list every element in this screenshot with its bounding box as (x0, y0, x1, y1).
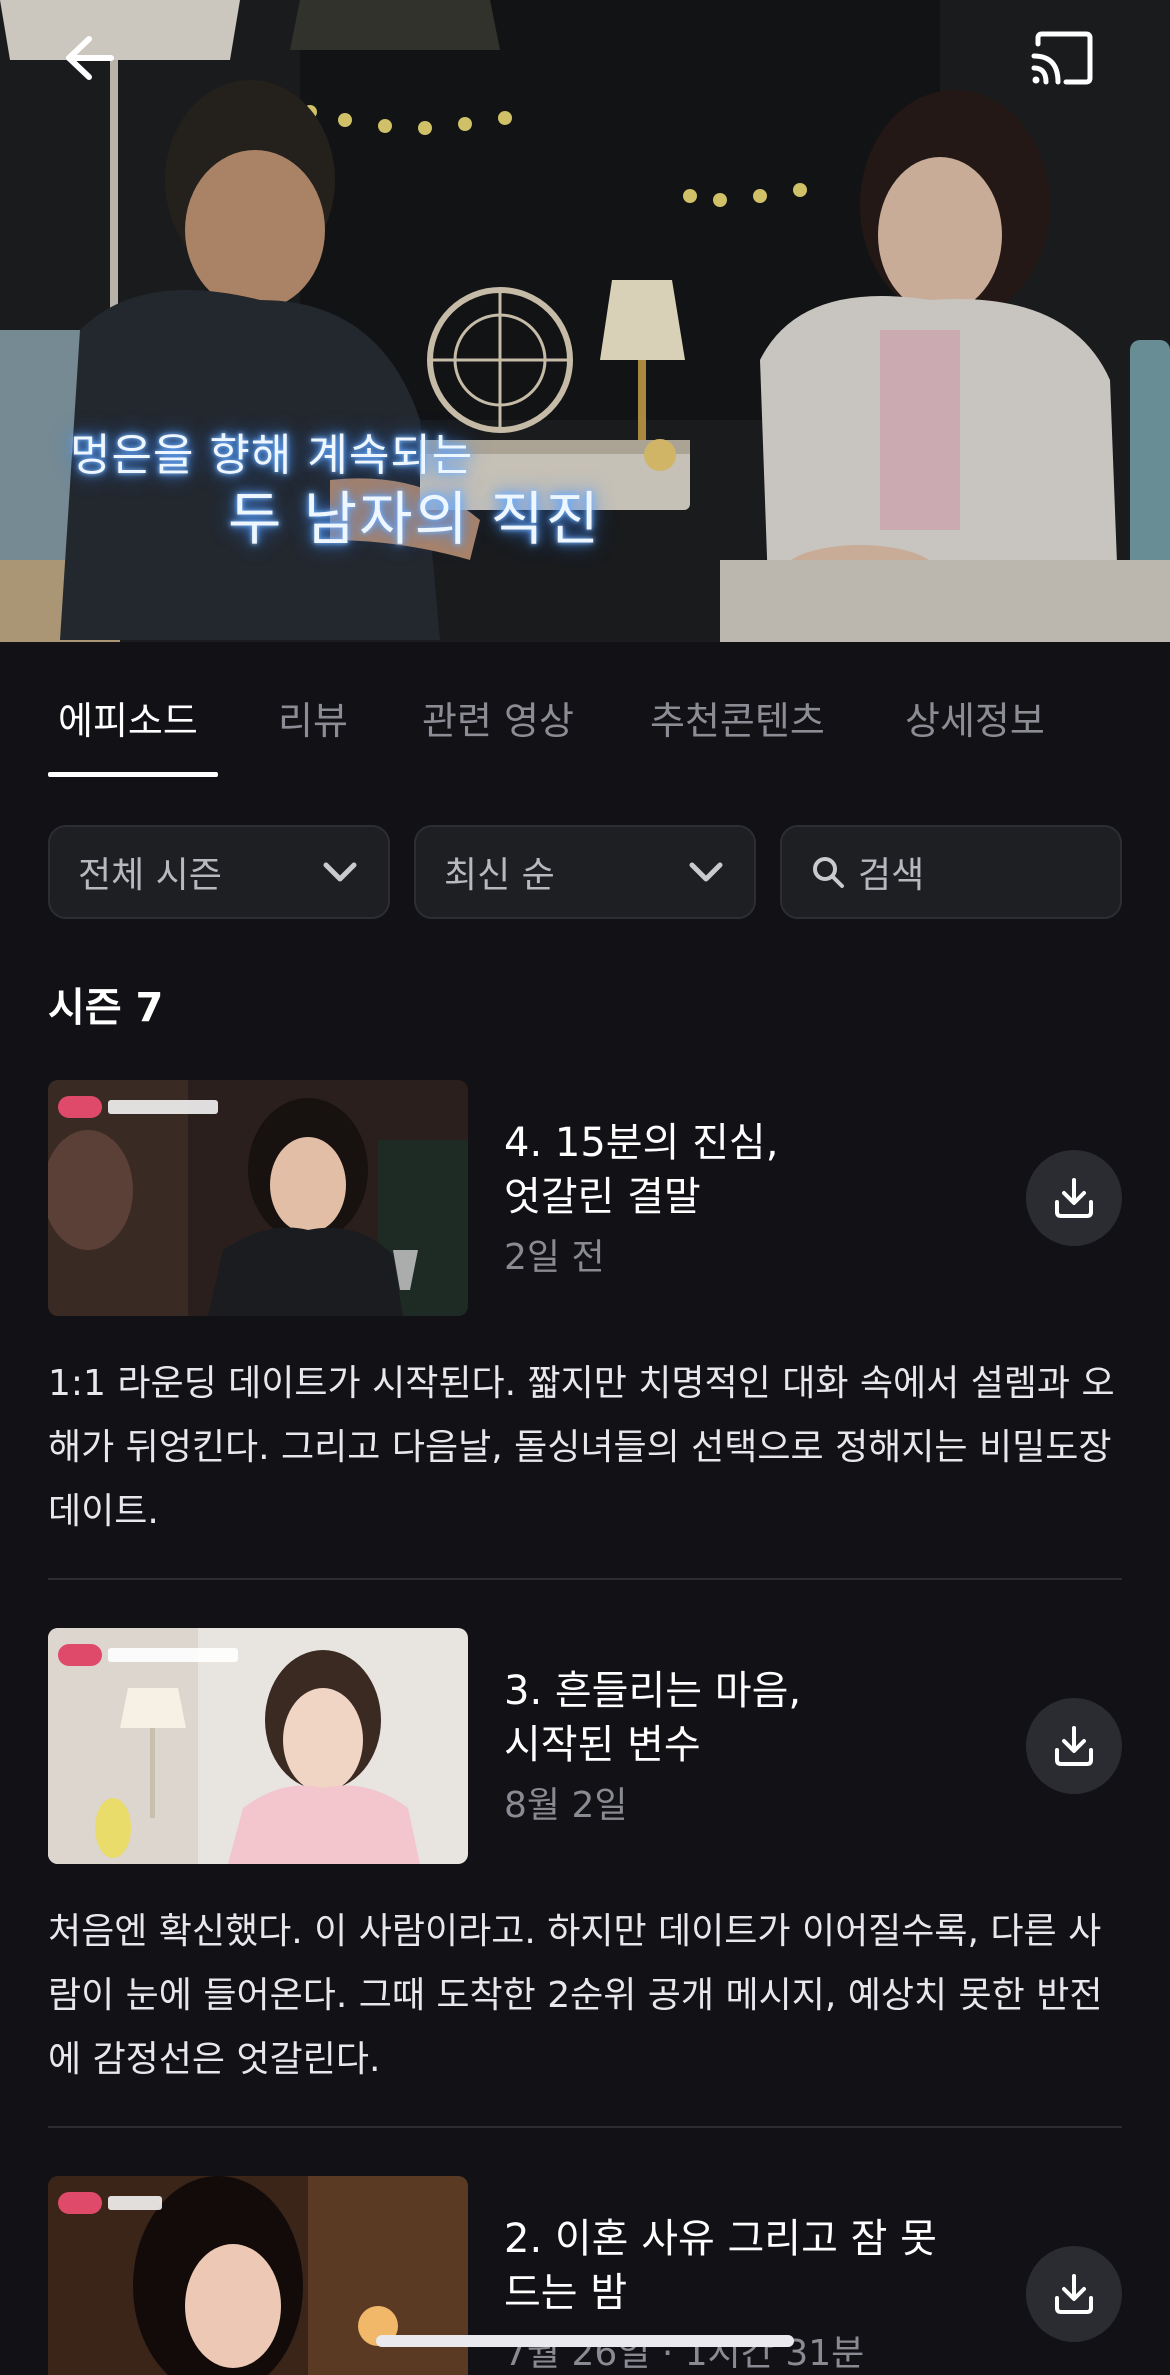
episode-title[interactable]: 2. 이혼 사유 그리고 잠 못 드는 밤 (504, 2212, 984, 2320)
download-icon (1055, 1178, 1093, 1218)
home-indicator[interactable] (376, 2335, 794, 2347)
chevron-left-icon (66, 36, 114, 80)
episode-description: 처음엔 확신했다. 이 사람이라고. 하지만 데이트가 이어질수록, 다른 사람… (48, 1911, 1103, 2080)
search-icon (813, 857, 844, 888)
season-heading: 시즌 7 (48, 985, 164, 1031)
season-select-label: 전체 시즌 (78, 855, 222, 896)
cast-icon (1031, 31, 1093, 85)
cast-button[interactable] (1022, 22, 1102, 94)
hero-caption: 멍은을 향해 계속되는 두 남자의 직진 (70, 428, 601, 556)
chevron-down-icon (323, 862, 357, 882)
episode-title-line2: 엇갈린 결말 (504, 1174, 701, 1220)
episode-search-input[interactable]: 검색 (780, 825, 1122, 919)
episode-title[interactable]: 3. 흔들리는 마음, 시작된 변수 (504, 1664, 984, 1772)
episode-date: 7월 26일 · 1시간 31분 (504, 2333, 865, 2374)
active-tab-indicator (48, 772, 218, 777)
sort-select-label: 최신 순 (444, 855, 555, 896)
hero-video-player[interactable]: 멍은을 향해 계속되는 두 남자의 직진 (0, 0, 1170, 642)
episode-title-line2: 시작된 변수 (504, 1722, 701, 1768)
download-icon (1055, 2274, 1093, 2314)
chevron-down-icon (689, 862, 723, 882)
content-tabs: 에피소드 리뷰 관련 영상 추천콘텐츠 상세정보 (0, 690, 1170, 780)
episode-title-line2: 드는 밤 (504, 2270, 628, 2316)
episode-page: 멍은을 향해 계속되는 두 남자의 직진 에피소드 리뷰 관련 영상 추천콘텐츠… (0, 0, 1170, 2375)
episode-title-line1: 4. 15분의 진심, (504, 1120, 779, 1166)
episode-date: 8월 2일 (504, 1785, 628, 1826)
divider (48, 2126, 1122, 2128)
episode-title-line1: 2. 이혼 사유 그리고 잠 못 (504, 2216, 937, 2262)
episode-thumbnail[interactable] (48, 1080, 468, 1316)
divider (48, 1578, 1122, 1580)
episode-thumbnail-image (48, 1080, 468, 1316)
episode-thumbnail-image (48, 1628, 468, 1864)
download-icon (1055, 1726, 1093, 1766)
back-button[interactable] (44, 22, 124, 94)
tab-recommended[interactable]: 추천콘텐츠 (650, 690, 825, 780)
tab-details[interactable]: 상세정보 (905, 690, 1045, 780)
episode-thumbnail[interactable] (48, 1628, 468, 1864)
episode-title[interactable]: 4. 15분의 진심, 엇갈린 결말 (504, 1116, 984, 1224)
download-button[interactable] (1026, 2246, 1122, 2342)
hero-caption-line1: 멍은을 향해 계속되는 (70, 430, 474, 481)
season-select[interactable]: 전체 시즌 (48, 825, 390, 919)
download-button[interactable] (1026, 1150, 1122, 1246)
hero-caption-line2: 두 남자의 직진 (228, 485, 602, 553)
episode-description: 1:1 라운딩 데이트가 시작된다. 짧지만 치명적인 대화 속에서 설렘과 오… (48, 1363, 1115, 1532)
tab-reviews[interactable]: 리뷰 (278, 690, 348, 780)
search-placeholder: 검색 (858, 855, 925, 896)
download-button[interactable] (1026, 1698, 1122, 1794)
tab-episodes[interactable]: 에피소드 (58, 690, 198, 780)
episode-title-line1: 3. 흔들리는 마음, (504, 1668, 802, 1714)
tab-related-videos[interactable]: 관련 영상 (422, 690, 574, 780)
sort-select[interactable]: 최신 순 (414, 825, 756, 919)
episode-date: 2일 전 (504, 1237, 605, 1278)
